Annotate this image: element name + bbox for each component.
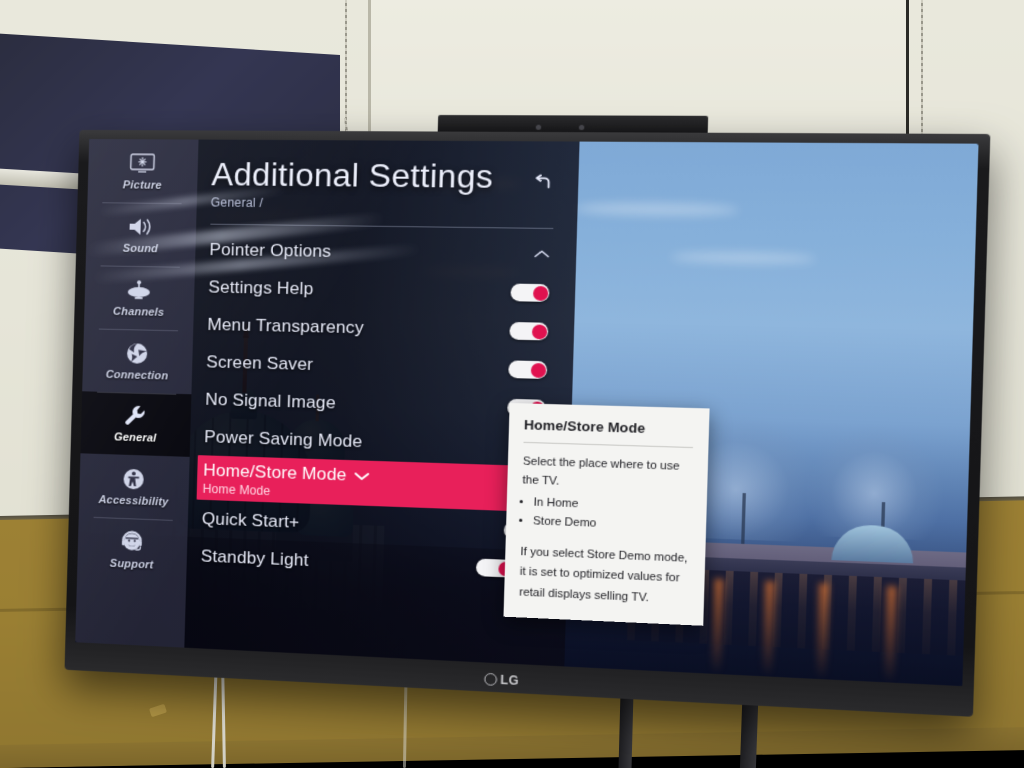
sidebar-item-channels[interactable]: Channels xyxy=(84,265,195,330)
undo-arrow-icon[interactable] xyxy=(531,173,555,196)
sidebar-item-picture[interactable]: Picture xyxy=(87,139,198,203)
row-label: Screen Saver xyxy=(206,351,314,374)
lg-dot-icon xyxy=(484,672,498,686)
sidebar-item-accessibility[interactable]: Accessibility xyxy=(79,454,190,521)
row-value: Home Mode xyxy=(202,481,271,498)
tv-panel: Picture Sound Channels Connection Genera… xyxy=(75,138,979,687)
tv-screen: Picture Sound Channels Connection Genera… xyxy=(75,138,979,687)
page-title: Additional Settings xyxy=(211,155,494,196)
row-label: Settings Help xyxy=(208,276,314,298)
info-divider xyxy=(523,441,694,448)
row-pointer-options[interactable]: Pointer Options xyxy=(209,231,553,274)
picture-icon xyxy=(127,150,158,176)
settings-sidebar[interactable]: Picture Sound Channels Connection Genera… xyxy=(75,138,199,648)
chevron-down-icon[interactable] xyxy=(353,465,370,486)
sidebar-item-label: Channels xyxy=(112,305,165,319)
row-label: Pointer Options xyxy=(209,239,332,261)
sidebar-item-general[interactable]: General xyxy=(80,390,192,458)
row-label: Menu Transparency xyxy=(207,314,364,337)
headset-icon xyxy=(117,529,148,556)
sidebar-item-connection[interactable]: Connection xyxy=(82,328,193,394)
info-note: If you select Store Demo mode, it is set… xyxy=(519,545,688,605)
speaker-icon xyxy=(126,213,157,240)
info-intro: Select the place where to use the TV. xyxy=(522,454,680,488)
info-title: Home/Store Mode xyxy=(523,416,646,436)
sidebar-item-label: Sound xyxy=(122,242,159,256)
sidebar-item-label: Picture xyxy=(122,179,162,192)
wrench-icon xyxy=(120,403,151,430)
row-label: Power Saving Mode xyxy=(203,426,363,451)
sidebar-item-label: General xyxy=(113,431,157,446)
sidebar-item-label: Support xyxy=(109,557,154,572)
row-label: Quick Start+ xyxy=(201,508,300,532)
breadcrumb: General / xyxy=(210,195,264,211)
lg-brand-logo: LG xyxy=(484,672,519,688)
globe-icon xyxy=(122,340,153,367)
sidebar-item-support[interactable]: Support xyxy=(77,517,188,585)
satellite-dish-icon xyxy=(124,277,155,304)
photo-of-tv-settings-screen: Picture Sound Channels Connection Genera… xyxy=(0,0,1024,768)
sidebar-item-sound[interactable]: Sound xyxy=(86,202,197,267)
chevron-up-icon[interactable] xyxy=(533,246,551,262)
television: Picture Sound Channels Connection Genera… xyxy=(64,115,991,717)
lg-wordmark: LG xyxy=(500,672,520,689)
accessibility-icon xyxy=(119,466,150,493)
sidebar-item-label: Connection xyxy=(105,368,169,383)
row-label: Standby Light xyxy=(200,545,309,570)
settings-row-list: Pointer Options Settings Help Menu Trans… xyxy=(196,231,553,590)
info-tooltip-home-store-mode: Home/Store Mode Select the place where t… xyxy=(503,402,710,626)
sidebar-item-label: Accessibility xyxy=(98,494,169,509)
info-options-list: In Home Store Demo xyxy=(521,493,692,538)
header-divider xyxy=(210,223,554,230)
row-label: No Signal Image xyxy=(205,389,337,413)
toggle-settings-help[interactable] xyxy=(510,283,550,302)
toggle-screen-saver[interactable] xyxy=(508,360,548,379)
toggle-menu-transparency[interactable] xyxy=(509,321,549,341)
